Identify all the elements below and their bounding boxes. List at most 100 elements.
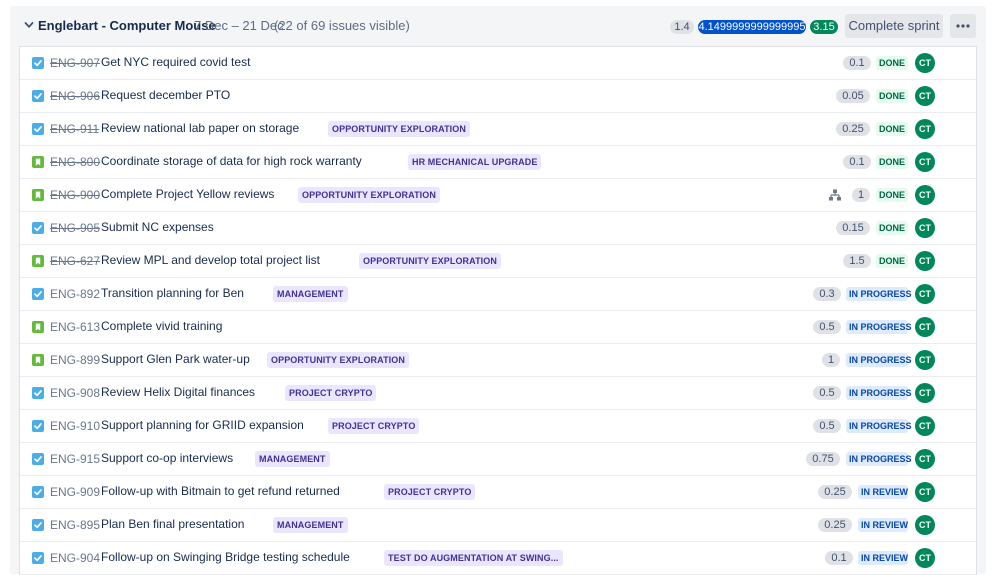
issue-key[interactable]: ENG-908	[50, 386, 100, 400]
status-lozenge[interactable]: IN REVIEW	[858, 551, 908, 565]
issue-row[interactable]: ENG-906 Request december PTO DONE 0.05 CT	[20, 80, 976, 113]
assignee-avatar[interactable]: CT	[915, 152, 935, 172]
issue-key[interactable]: ENG-910	[50, 419, 100, 433]
chevron-down-icon[interactable]	[23, 19, 35, 31]
story-type-icon	[32, 156, 44, 168]
issue-summary[interactable]: Get NYC required covid test	[101, 55, 250, 69]
issue-key[interactable]: ENG-892	[50, 287, 100, 301]
epic-label[interactable]: MANAGEMENT	[273, 286, 348, 302]
assignee-avatar[interactable]: CT	[915, 482, 935, 502]
issue-key[interactable]: ENG-909	[50, 485, 100, 499]
more-actions-button[interactable]	[950, 14, 976, 38]
issue-row[interactable]: ENG-907 Get NYC required covid test DONE 0.…	[20, 47, 976, 80]
issue-row[interactable]: ENG-908 Review Helix Digital finances PROJ…	[20, 377, 976, 410]
issue-row[interactable]: ENG-905 Submit NC expenses DONE 0.15 CT	[20, 212, 976, 245]
issue-summary[interactable]: Support Glen Park water-up	[101, 352, 250, 366]
issue-row[interactable]: ENG-892 Transition planning for Ben MANAGE…	[20, 278, 976, 311]
status-lozenge[interactable]: IN PROGRESS	[846, 452, 912, 466]
issue-summary[interactable]: Coordinate storage of data for high rock…	[101, 154, 362, 168]
issue-key[interactable]: ENG-905	[50, 221, 100, 235]
epic-label[interactable]: PROJECT CRYPTO	[328, 418, 420, 434]
issue-row[interactable]: ENG-911 Review national lab paper on stor…	[20, 113, 976, 146]
epic-label[interactable]: MANAGEMENT	[255, 451, 330, 467]
issue-summary[interactable]: Plan Ben final presentation	[101, 517, 244, 531]
status-lozenge[interactable]: IN REVIEW	[858, 485, 908, 499]
issue-summary[interactable]: Follow-up on Swinging Bridge testing sch…	[101, 550, 350, 564]
issue-row[interactable]: ENG-910 Support planning for GRIID expans…	[20, 410, 976, 443]
issue-key[interactable]: ENG-911	[50, 122, 99, 136]
assignee-avatar[interactable]: CT	[915, 416, 935, 436]
assignee-avatar[interactable]: CT	[915, 284, 935, 304]
estimate-badge: 0.75	[806, 452, 840, 466]
issue-row[interactable]: ENG-627 Review MPL and develop total proj…	[20, 245, 976, 278]
issue-summary[interactable]: Follow-up with Bitmain to get refund ret…	[101, 484, 340, 498]
status-lozenge[interactable]: DONE	[876, 89, 908, 103]
status-lozenge[interactable]: IN PROGRESS	[846, 353, 912, 367]
epic-label[interactable]: OPPORTUNITY EXPLORATION	[267, 352, 409, 368]
assignee-avatar[interactable]: CT	[915, 53, 935, 73]
issue-summary[interactable]: Transition planning for Ben	[101, 286, 244, 300]
status-lozenge[interactable]: DONE	[876, 188, 908, 202]
epic-label[interactable]: PROJECT CRYPTO	[384, 484, 476, 500]
issue-row[interactable]: ENG-904 Follow-up on Swinging Bridge test…	[20, 542, 976, 575]
issue-key[interactable]: ENG-915	[50, 452, 100, 466]
assignee-avatar[interactable]: CT	[915, 218, 935, 238]
child-issues-icon[interactable]	[829, 189, 841, 201]
complete-sprint-button[interactable]: Complete sprint	[845, 14, 943, 38]
issue-row[interactable]: ENG-899 Support Glen Park water-up OPPORTU…	[20, 344, 976, 377]
story-type-icon	[32, 189, 44, 201]
status-lozenge[interactable]: DONE	[876, 254, 908, 268]
status-lozenge[interactable]: IN PROGRESS	[846, 419, 912, 433]
issue-summary[interactable]: Review MPL and develop total project lis…	[101, 253, 320, 267]
issue-summary[interactable]: Request december PTO	[101, 88, 230, 102]
issue-summary[interactable]: Support co-op interviews	[101, 451, 233, 465]
issue-key[interactable]: ENG-895	[50, 518, 100, 532]
epic-label[interactable]: OPPORTUNITY EXPLORATION	[359, 253, 501, 269]
epic-label[interactable]: PROJECT CRYPTO	[285, 385, 377, 401]
issue-key[interactable]: ENG-613	[50, 320, 100, 334]
sprint-header[interactable]: Englebart - Computer Mouse 7 Dec – 21 De…	[10, 6, 986, 46]
issue-summary[interactable]: Review Helix Digital finances	[101, 385, 255, 399]
issue-key[interactable]: ENG-907	[50, 56, 100, 70]
status-lozenge[interactable]: IN PROGRESS	[846, 320, 912, 334]
issue-row[interactable]: ENG-613 Complete vivid training IN PROGRES…	[20, 311, 976, 344]
assignee-avatar[interactable]: CT	[915, 383, 935, 403]
assignee-avatar[interactable]: CT	[915, 86, 935, 106]
issue-key[interactable]: ENG-627	[50, 254, 100, 268]
assignee-avatar[interactable]: CT	[915, 449, 935, 469]
status-lozenge[interactable]: DONE	[876, 122, 908, 136]
issue-summary[interactable]: Submit NC expenses	[101, 220, 214, 234]
issue-summary[interactable]: Complete Project Yellow reviews	[101, 187, 274, 201]
epic-label[interactable]: TEST DO AUGMENTATION AT SWING...	[384, 550, 563, 566]
epic-label[interactable]: HR MECHANICAL UPGRADE	[408, 154, 542, 170]
issue-summary[interactable]: Complete vivid training	[101, 319, 222, 333]
assignee-avatar[interactable]: CT	[915, 350, 935, 370]
epic-label[interactable]: OPPORTUNITY EXPLORATION	[298, 187, 440, 203]
issue-row[interactable]: ENG-915 Support co-op interviews MANAGEMEN…	[20, 443, 976, 476]
status-lozenge[interactable]: DONE	[876, 221, 908, 235]
issue-key[interactable]: ENG-900	[50, 188, 100, 202]
epic-label[interactable]: MANAGEMENT	[273, 517, 348, 533]
assignee-avatar[interactable]: CT	[915, 185, 935, 205]
issue-row[interactable]: ENG-909 Follow-up with Bitmain to get ref…	[20, 476, 976, 509]
assignee-avatar[interactable]: CT	[915, 119, 935, 139]
issue-row[interactable]: ENG-900 Complete Project Yellow reviews OP…	[20, 179, 976, 212]
assignee-avatar[interactable]: CT	[915, 251, 935, 271]
issue-key[interactable]: ENG-800	[50, 155, 100, 169]
issue-key[interactable]: ENG-904	[50, 551, 100, 565]
issue-key[interactable]: ENG-906	[50, 89, 100, 103]
assignee-avatar[interactable]: CT	[915, 317, 935, 337]
epic-label[interactable]: OPPORTUNITY EXPLORATION	[328, 121, 470, 137]
issue-summary[interactable]: Support planning for GRIID expansion	[101, 418, 304, 432]
status-lozenge[interactable]: IN PROGRESS	[846, 386, 912, 400]
status-lozenge[interactable]: DONE	[876, 56, 908, 70]
status-lozenge[interactable]: IN PROGRESS	[846, 287, 912, 301]
status-lozenge[interactable]: IN REVIEW	[858, 518, 908, 532]
assignee-avatar[interactable]: CT	[915, 548, 935, 568]
issue-row[interactable]: ENG-800 Coordinate storage of data for hi…	[20, 146, 976, 179]
issue-row[interactable]: ENG-895 Plan Ben final presentation MANAGE…	[20, 509, 976, 542]
issue-summary[interactable]: Review national lab paper on storage	[101, 121, 299, 135]
status-lozenge[interactable]: DONE	[876, 155, 908, 169]
assignee-avatar[interactable]: CT	[915, 515, 935, 535]
issue-key[interactable]: ENG-899	[50, 353, 100, 367]
